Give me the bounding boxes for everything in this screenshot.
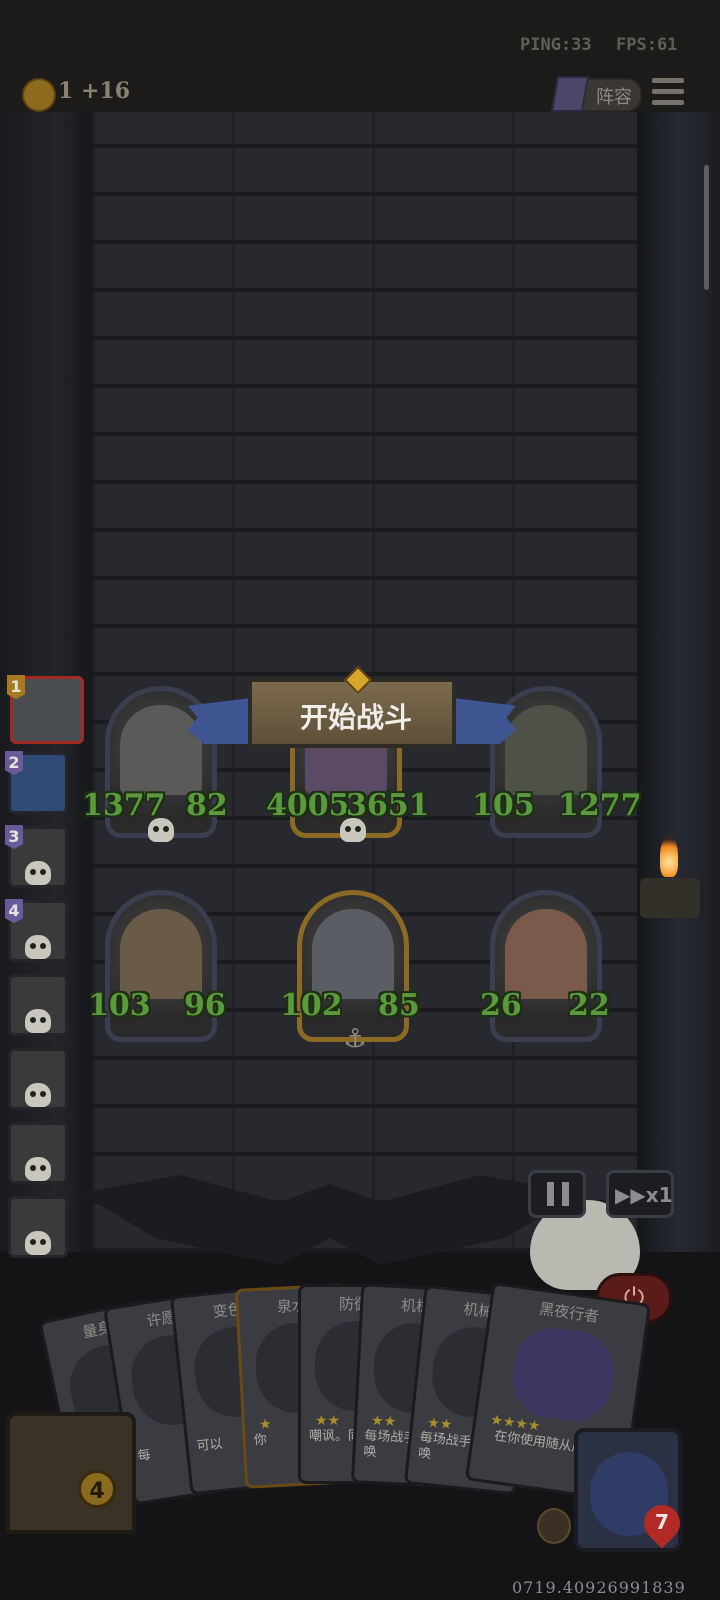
- lineup-button[interactable]: 阵容: [550, 76, 642, 112]
- skull-icon: [25, 1009, 51, 1033]
- player-slot-8[interactable]: [8, 1196, 68, 1258]
- tier-badge: 1: [7, 675, 25, 699]
- torch-flame-icon: [660, 835, 678, 877]
- enemy-2-attack: 4005: [266, 788, 350, 823]
- ally-1-health: 96: [184, 988, 226, 1023]
- player-slot-2[interactable]: 2: [5, 751, 68, 814]
- footer-code: 0719.40926991839: [512, 1578, 686, 1597]
- player-slot-1[interactable]: 1: [7, 675, 84, 744]
- chest-count: 4: [78, 1470, 116, 1508]
- tier-badge: 4: [5, 899, 23, 923]
- skull-icon: [25, 935, 51, 959]
- skull-icon: [25, 861, 51, 885]
- enemy-3-attack: 105: [472, 788, 535, 823]
- star-rating-icon: ★★: [315, 1413, 341, 1429]
- ally-1-attack: 103: [88, 988, 151, 1023]
- pause-icon: [547, 1182, 569, 1206]
- star-rating-icon: ★★: [370, 1412, 397, 1431]
- hero-health: 7: [655, 1510, 669, 1534]
- player-slot-7[interactable]: [8, 1122, 68, 1184]
- player-slot-6[interactable]: [8, 1048, 68, 1110]
- ally-3-attack: 26: [480, 988, 522, 1023]
- ally-2-health: 85: [378, 988, 420, 1023]
- skull-icon: [25, 1083, 51, 1107]
- book-icon: [550, 76, 590, 112]
- tier-badge: 3: [5, 825, 23, 849]
- skull-icon: [25, 1231, 51, 1255]
- start-battle-banner[interactable]: 开始战斗: [188, 665, 516, 756]
- torch-holder: [640, 878, 700, 918]
- enemy-1-attack: 1377: [82, 788, 166, 823]
- skull-icon: [25, 1157, 51, 1181]
- anchor-icon: ⚓: [343, 1024, 367, 1054]
- ally-2-attack: 102: [280, 988, 343, 1023]
- mech-portrait: [505, 705, 587, 795]
- player-slot-5[interactable]: [8, 974, 68, 1036]
- tier-badge: 2: [5, 751, 23, 775]
- card-art: [507, 1323, 620, 1427]
- bell-icon[interactable]: [537, 1508, 571, 1544]
- ally-3-health: 22: [568, 988, 610, 1023]
- enemy-3-health: 1277: [558, 788, 642, 823]
- gold-counter: 1 +16: [58, 78, 131, 104]
- chef-portrait: [505, 909, 587, 999]
- enemy-2-health: 3651: [346, 788, 430, 823]
- scholar-portrait: [120, 909, 202, 999]
- enemy-1-health: 82: [186, 788, 228, 823]
- treasure-chest[interactable]: [6, 1412, 136, 1534]
- star-rating-icon: ★: [258, 1416, 272, 1433]
- start-battle-label: 开始战斗: [299, 701, 412, 734]
- ping-readout: PING:33: [520, 35, 592, 55]
- gold-coin-icon: [22, 78, 56, 112]
- hamburger-menu-icon[interactable]: [652, 78, 684, 106]
- pause-button[interactable]: [528, 1170, 586, 1218]
- player-slot-4[interactable]: 4: [5, 899, 68, 962]
- speed-button[interactable]: ▶▶x1: [606, 1170, 674, 1218]
- speed-label: ▶▶x1: [615, 1183, 673, 1207]
- windmill-portrait: [312, 909, 394, 999]
- scrollbar[interactable]: [704, 165, 709, 290]
- fps-readout: FPS:61: [616, 35, 678, 55]
- player-slot-3[interactable]: 3: [5, 825, 68, 888]
- lineup-label: 阵容: [596, 87, 632, 108]
- start-battle-button[interactable]: 开始战斗: [248, 665, 456, 748]
